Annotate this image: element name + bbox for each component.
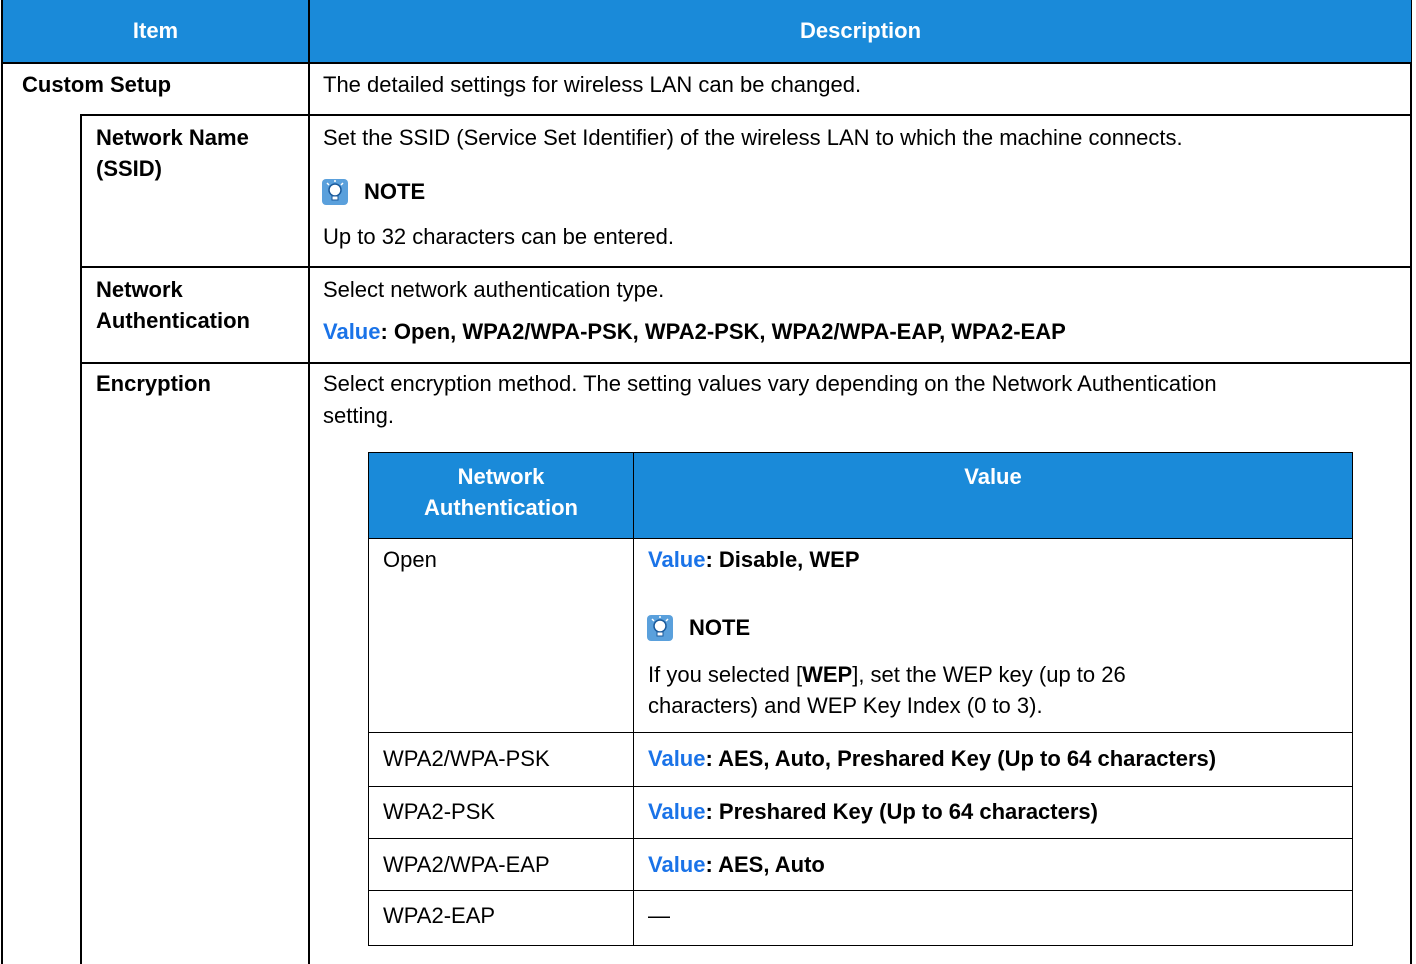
- encryption-desc-line1: Select encryption method. The setting va…: [323, 371, 1217, 396]
- inner-row-open-auth: Open: [383, 547, 437, 572]
- inner-row-wpa2psk-value: Value: Preshared Key (Up to 64 character…: [648, 796, 1098, 827]
- open-note-line2: characters) and WEP Key Index (0 to 3).: [648, 693, 1043, 718]
- header-description-label: Description: [799, 18, 922, 43]
- inner-row-wpa2wpaeap-value-text: : AES, Auto: [705, 852, 825, 877]
- inner-row-wpa2wpapsk-value: Value: AES, Auto, Preshared Key (Up to 6…: [648, 743, 1216, 774]
- divider: [368, 838, 1353, 839]
- header-item-label: Item: [132, 18, 179, 43]
- header-description: Description: [310, 0, 1411, 62]
- divider: [633, 453, 634, 945]
- auth-label-line2: Authentication: [96, 308, 250, 333]
- ssid-note-text: Up to 32 characters can be entered.: [323, 224, 674, 249]
- open-note: NOTE: [647, 613, 750, 643]
- divider: [308, 0, 310, 964]
- encryption-desc-line2: setting.: [323, 403, 394, 428]
- inner-row-wpa2eap-value: —: [648, 903, 670, 928]
- inner-row-wpa2eap-auth: WPA2-EAP: [383, 903, 496, 928]
- open-note-line1-post: ], set the WEP key (up to 26: [852, 662, 1126, 687]
- auth-label-line1: Network: [96, 277, 183, 302]
- lightbulb-note-icon: [647, 615, 673, 641]
- inner-row-wpa2wpaeap-auth: WPA2/WPA-EAP: [383, 852, 550, 877]
- divider: [368, 786, 1353, 787]
- inner-row-open-value-text: : Disable, WEP: [705, 547, 860, 572]
- auth-value: Value: Open, WPA2/WPA-PSK, WPA2-PSK, WPA…: [323, 316, 1066, 347]
- inner-header-value: Value: [634, 453, 1352, 538]
- inner-row-wpa2psk-auth: WPA2-PSK: [383, 799, 496, 824]
- auth-value-label: Value: [323, 319, 381, 344]
- inner-row-wpa2wpaeap-value: Value: AES, Auto: [648, 849, 825, 880]
- inner-row-open-value: Value: Disable, WEP: [648, 544, 860, 575]
- open-note-line1-bold: WEP: [802, 662, 853, 687]
- settings-table: Item Description Custom Setup The detail…: [0, 0, 1416, 964]
- inner-row-wpa2psk-value-label: Value: [648, 799, 706, 824]
- custom-setup-desc: The detailed settings for wireless LAN c…: [323, 72, 862, 97]
- open-note-label: NOTE: [689, 615, 751, 640]
- ssid-label-line2: (SSID): [96, 156, 162, 181]
- inner-row-wpa2wpapsk-value-text: : AES, Auto, Preshared Key (Up to 64 cha…: [705, 746, 1217, 771]
- inner-row-open-value-label: Value: [648, 547, 706, 572]
- ssid-note: NOTE: [322, 177, 425, 207]
- ssid-note-label: NOTE: [364, 179, 426, 204]
- divider: [80, 266, 1412, 268]
- custom-setup-label: Custom Setup: [22, 72, 172, 97]
- header-item: Item: [3, 0, 308, 62]
- lightbulb-note-icon: [322, 179, 348, 205]
- auth-value-text: : Open, WPA2/WPA-PSK, WPA2-PSK, WPA2/WPA…: [380, 319, 1066, 344]
- inner-header-auth: Network Authentication: [369, 453, 633, 538]
- open-note-line1-pre: If you selected [: [648, 662, 803, 687]
- open-note-line1: If you selected [WEP], set the WEP key (…: [648, 659, 1126, 690]
- divider: [80, 114, 1412, 116]
- inner-header-value-label: Value: [964, 464, 1022, 489]
- inner-header-auth-line2: Authentication: [424, 495, 578, 520]
- divider: [368, 732, 1353, 733]
- divider: [368, 890, 1353, 891]
- inner-row-wpa2wpaeap-value-label: Value: [648, 852, 706, 877]
- inner-row-wpa2psk-value-text: : Preshared Key (Up to 64 characters): [705, 799, 1098, 824]
- ssid-desc: Set the SSID (Service Set Identifier) of…: [323, 125, 1183, 150]
- ssid-label-line1: Network Name: [96, 125, 249, 150]
- inner-row-wpa2wpapsk-auth: WPA2/WPA-PSK: [383, 746, 550, 771]
- inner-row-wpa2wpapsk-value-label: Value: [648, 746, 706, 771]
- divider: [80, 362, 1412, 364]
- divider: [80, 114, 82, 964]
- inner-header-auth-line1: Network: [457, 464, 545, 489]
- auth-desc: Select network authentication type.: [323, 277, 665, 302]
- encryption-label: Encryption: [96, 371, 211, 396]
- divider: [368, 538, 1353, 539]
- divider: [1, 62, 1412, 64]
